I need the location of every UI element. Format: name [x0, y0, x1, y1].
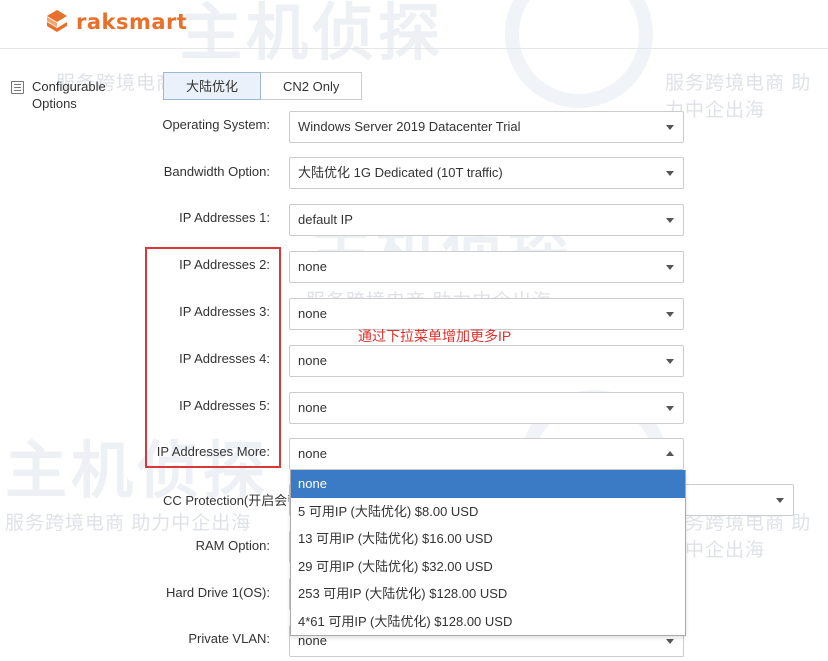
- ram-option-label: RAM Option:: [195, 538, 270, 553]
- bandwidth-option-label: Bandwidth Option:: [163, 164, 270, 179]
- chevron-down-icon: [666, 171, 674, 176]
- tab-cn2-only[interactable]: CN2 Only: [261, 72, 363, 100]
- top-bar: raksmart: [0, 0, 828, 49]
- operating-system-select[interactable]: Windows Server 2019 Datacenter Trial: [289, 111, 684, 143]
- chevron-down-icon: [776, 498, 784, 503]
- dropdown-option[interactable]: 5 可用IP (大陆优化) $8.00 USD: [291, 498, 685, 526]
- ip-addresses-more-select[interactable]: none: [289, 438, 684, 470]
- ip-addresses-4-select[interactable]: none: [289, 345, 684, 377]
- configurable-options-title: Configurable Options: [32, 79, 106, 111]
- chevron-down-icon: [666, 359, 674, 364]
- chevron-down-icon: [666, 312, 674, 317]
- select-value: none: [298, 259, 327, 274]
- ip-addresses-more-dropdown: none 5 可用IP (大陆优化) $8.00 USD 13 可用IP (大陆…: [290, 470, 686, 636]
- watermark-text: 服务跨境电商 助力中企出海: [665, 73, 812, 121]
- highlight-box: [145, 247, 281, 468]
- chevron-down-icon: [666, 265, 674, 270]
- ip-addresses-5-select[interactable]: none: [289, 392, 684, 424]
- dropdown-option[interactable]: none: [291, 470, 685, 498]
- region-tabs: 大陆优化 CN2 Only: [163, 72, 363, 100]
- hard-drive-1-label: Hard Drive 1(OS):: [165, 585, 270, 600]
- configurable-options-heading: Configurable Options: [11, 78, 122, 112]
- chevron-down-icon: [666, 406, 674, 411]
- watermark-text: 服务跨境电商 助力中企出海: [5, 513, 252, 534]
- raksmart-logo-icon: [47, 10, 67, 32]
- select-value: Windows Server 2019 Datacenter Trial: [298, 119, 521, 134]
- select-value: none: [298, 353, 327, 368]
- dropdown-option[interactable]: 4*61 可用IP (大陆优化) $128.00 USD: [291, 608, 685, 636]
- private-vlan-label: Private VLAN:: [188, 631, 270, 646]
- annotation-text: 通过下拉菜单增加更多IP: [358, 328, 512, 344]
- ip-addresses-1-select[interactable]: default IP: [289, 204, 684, 236]
- bandwidth-option-select[interactable]: 大陆优化 1G Dedicated (10T traffic): [289, 157, 684, 189]
- tab-mainland-optimized[interactable]: 大陆优化: [163, 72, 262, 100]
- ip-addresses-2-select[interactable]: none: [289, 251, 684, 283]
- brand-logo[interactable]: raksmart: [44, 8, 187, 36]
- watermark-text: 服务跨境电商 助力中企出海: [665, 513, 812, 561]
- ip-addresses-1-label: IP Addresses 1:: [179, 210, 270, 225]
- dropdown-option[interactable]: 29 可用IP (大陆优化) $32.00 USD: [291, 553, 685, 581]
- select-value: none: [298, 400, 327, 415]
- chevron-down-icon: [666, 125, 674, 130]
- chevron-down-icon: [666, 218, 674, 223]
- cc-protection-label: CC Protection(开启会帮: [163, 490, 293, 509]
- list-icon: [11, 81, 24, 94]
- cc-protection-label-text: CC Protection(开启会帮: [163, 493, 293, 508]
- brand-name: raksmart: [76, 10, 188, 34]
- dropdown-option[interactable]: 253 可用IP (大陆优化) $128.00 USD: [291, 580, 685, 608]
- select-value: default IP: [298, 212, 353, 227]
- chevron-down-icon: [666, 639, 674, 644]
- dropdown-option[interactable]: 13 可用IP (大陆优化) $16.00 USD: [291, 525, 685, 553]
- chevron-up-icon: [666, 451, 674, 456]
- operating-system-label: Operating System:: [162, 117, 270, 132]
- select-value: 大陆优化 1G Dedicated (10T traffic): [298, 165, 503, 180]
- select-value: none: [298, 306, 327, 321]
- select-value: none: [298, 446, 327, 461]
